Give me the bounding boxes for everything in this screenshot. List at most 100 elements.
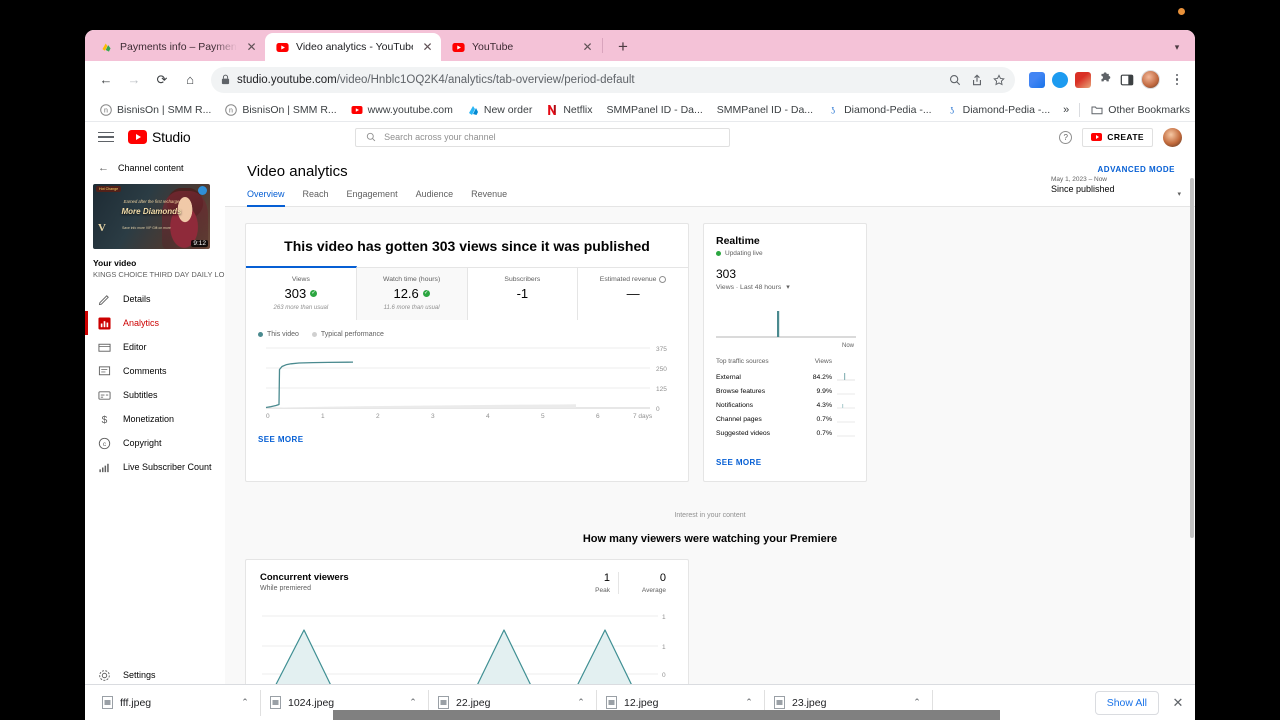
chevron-down-icon[interactable]: ▾	[1177, 190, 1181, 198]
bookmark-item[interactable]: n BisnisOn | SMM R...	[218, 100, 343, 120]
sidepanel-icon[interactable]	[1120, 73, 1134, 87]
new-tab-button[interactable]: +	[610, 34, 636, 60]
back-to-channel-content[interactable]: ← Channel content	[85, 158, 225, 180]
svg-text:4: 4	[486, 413, 490, 420]
browser-tab-3[interactable]: YouTube ✕	[441, 33, 601, 61]
scrollbar-thumb[interactable]	[1190, 178, 1194, 538]
other-bookmarks-folder[interactable]: Other Bookmarks	[1084, 100, 1195, 120]
svg-text:0: 0	[266, 413, 270, 420]
browser-window: Payments info – Payments – G… ✕ Video an…	[85, 30, 1195, 720]
browser-tab-2[interactable]: Video analytics - YouTube Stud ✕	[265, 33, 441, 61]
metric-estimated-revenue[interactable]: Estimated revenue —	[578, 268, 688, 320]
bookmarks-overflow-icon[interactable]: »	[1057, 104, 1075, 116]
sidebar-item-copyright[interactable]: c Copyright	[85, 431, 225, 455]
sidebar-item-comments[interactable]: Comments	[85, 359, 225, 383]
realtime-selector-label: Views · Last 48 hours	[716, 283, 782, 291]
table-row[interactable]: Browse features 9.9%	[716, 384, 855, 398]
pencil-icon	[98, 293, 111, 306]
date-range-selector[interactable]: May 1, 2023 – Now Since published ▾	[1051, 176, 1181, 198]
sidebar-item-details[interactable]: Details	[85, 287, 225, 311]
sidebar-item-subtitles[interactable]: Subtitles	[85, 383, 225, 407]
bookmark-label: www.youtube.com	[367, 103, 453, 116]
avatar[interactable]	[1163, 127, 1182, 147]
extension-avatar-icon[interactable]	[1075, 71, 1091, 88]
table-row[interactable]: Suggested videos 0.7%	[716, 426, 855, 440]
sidebar-item-editor[interactable]: Editor	[85, 335, 225, 359]
search-input[interactable]: Search across your channel	[355, 127, 731, 147]
bookmark-item[interactable]: ʖ Diamond-Pedia -...	[939, 100, 1058, 120]
home-button[interactable]: ⌂	[177, 67, 203, 93]
profile-avatar[interactable]	[1141, 70, 1160, 89]
table-row[interactable]: External 84.2%	[716, 370, 855, 384]
extension-circle-icon[interactable]	[1052, 71, 1068, 88]
thumbnail-mark: V	[98, 222, 106, 234]
copyright-icon: c	[98, 437, 111, 450]
close-icon[interactable]: ✕	[580, 40, 595, 55]
bookmark-item[interactable]: Netflix	[539, 100, 599, 120]
svg-text:1: 1	[662, 644, 666, 651]
bookmark-item[interactable]: ʖ Diamond-Pedia -...	[820, 100, 939, 120]
overview-see-more[interactable]: SEE MORE	[246, 420, 688, 447]
studio-logo[interactable]: Studio	[128, 129, 191, 145]
advanced-mode-link[interactable]: ADVANCED MODE	[1098, 165, 1175, 174]
metric-views[interactable]: Views 303 ✓ 263 more than usual	[246, 266, 357, 320]
help-icon[interactable]: ?	[1059, 130, 1073, 144]
metric-note: 263 more than usual	[273, 305, 329, 311]
metric-value-wrap: 12.6 ✓	[359, 286, 465, 301]
tab-audience[interactable]: Audience	[407, 189, 463, 206]
back-button[interactable]: ←	[93, 67, 119, 93]
search-icon[interactable]	[949, 74, 961, 86]
tab-revenue[interactable]: Revenue	[462, 189, 516, 206]
tab-reach[interactable]: Reach	[294, 189, 338, 206]
reload-button[interactable]: ⟳	[149, 67, 175, 93]
bookmark-item[interactable]: n BisnisOn | SMM R...	[93, 100, 218, 120]
close-icon[interactable]: ✕	[1169, 695, 1187, 711]
horizontal-scrollbar[interactable]	[333, 710, 1000, 720]
chevron-up-icon[interactable]: ⌃	[406, 697, 420, 708]
cursor-indicator	[1178, 8, 1185, 15]
download-item[interactable]: fff.jpeg ⌃	[93, 689, 261, 716]
table-row[interactable]: Notifications 4.3%	[716, 398, 855, 412]
metric-subscribers[interactable]: Subscribers -1	[468, 268, 579, 320]
share-icon[interactable]	[971, 73, 983, 86]
bookmark-item[interactable]: New order	[460, 100, 539, 120]
close-icon[interactable]: ✕	[244, 40, 259, 55]
table-row[interactable]: Channel pages 0.7%	[716, 412, 855, 426]
bookmark-star-icon[interactable]	[993, 73, 1005, 86]
tab-engagement[interactable]: Engagement	[338, 189, 407, 206]
bookmark-item[interactable]: SMMPanel ID - Da...	[600, 100, 710, 120]
sidebar-item-monetization[interactable]: $ Monetization	[85, 407, 225, 431]
chevron-up-icon[interactable]: ⌃	[238, 697, 252, 708]
chevron-up-icon[interactable]: ⌃	[742, 697, 756, 708]
sidebar-nav: Details Analytics Editor Comments Subtit…	[85, 285, 225, 479]
video-thumbnail[interactable]: Hot Change Earned after the first rechar…	[93, 184, 210, 249]
video-thumbnail-wrap[interactable]: Hot Change Earned after the first rechar…	[85, 180, 225, 249]
sidebar-item-analytics[interactable]: Analytics	[85, 311, 225, 335]
realtime-see-more[interactable]: SEE MORE	[716, 452, 854, 470]
chevron-up-icon[interactable]: ⌃	[574, 697, 588, 708]
puzzle-extension-icon[interactable]	[1098, 72, 1113, 87]
create-button[interactable]: CREATE	[1082, 127, 1153, 147]
metric-value: 303	[284, 286, 307, 301]
views-line-chart[interactable]: 375 250 125 0 0 1 2 3 4 5 6 7 days	[246, 338, 688, 420]
realtime-metric-selector[interactable]: Views · Last 48 hours ▾	[716, 283, 854, 292]
bookmark-item[interactable]: www.youtube.com	[344, 100, 460, 120]
extension-blue-icon[interactable]	[1029, 71, 1045, 88]
bookmark-label: SMMPanel ID - Da...	[716, 103, 814, 116]
chevron-up-icon[interactable]: ⌃	[910, 697, 924, 708]
show-all-button[interactable]: Show All	[1094, 690, 1159, 715]
hamburger-menu-icon[interactable]	[98, 131, 114, 143]
sidebar-item-live-subscriber-count[interactable]: Live Subscriber Count	[85, 455, 225, 479]
metric-watch-time[interactable]: Watch time (hours) 12.6 ✓ 11.6 more than…	[356, 268, 468, 320]
browser-tab-1[interactable]: Payments info – Payments – G… ✕	[89, 33, 265, 61]
bookmark-item[interactable]: SMMPanel ID - Da...	[710, 100, 820, 120]
address-bar[interactable]: studio.youtube.com/video/Hnblc1OQ2K4/ana…	[211, 66, 1015, 93]
row-sparkline	[832, 372, 855, 382]
forward-button[interactable]: →	[121, 67, 147, 93]
close-icon[interactable]: ✕	[420, 40, 435, 55]
page-scrollbar[interactable]	[1189, 152, 1195, 719]
tab-search-caret-icon[interactable]: ▾	[1163, 33, 1191, 61]
three-dot-menu-icon[interactable]	[1167, 73, 1187, 86]
comments-icon	[98, 365, 111, 378]
tab-overview[interactable]: Overview	[247, 189, 294, 207]
